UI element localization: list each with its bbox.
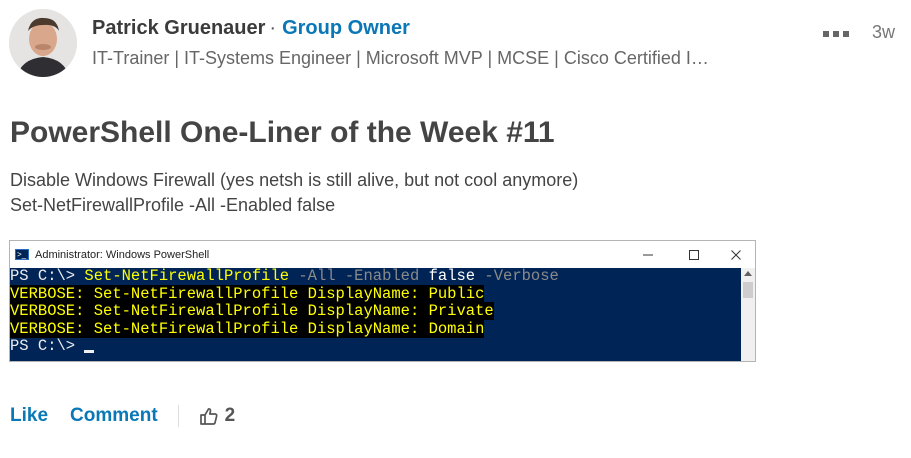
post-title: PowerShell One-Liner of the Week #11 <box>10 116 555 149</box>
console-output: PS C:\> Set-NetFirewallProfile -All -Ena… <box>10 267 741 361</box>
verbose-line: VERBOSE: Set-NetFirewallProfile DisplayN… <box>10 302 494 320</box>
parameters: -All -Enabled <box>289 267 429 285</box>
prompt: PS C:\> <box>10 267 85 285</box>
author-line: Patrick Gruenauer · Group Owner <box>92 17 410 40</box>
like-count[interactable]: 2 <box>199 405 236 427</box>
thumbs-up-icon <box>199 406 219 426</box>
comment-button[interactable]: Comment <box>70 405 158 427</box>
post-body-line-2: Set-NetFirewallProfile -All -Enabled fal… <box>10 195 336 215</box>
author-role-badge[interactable]: Group Owner <box>282 17 410 39</box>
maximize-icon <box>674 243 714 267</box>
window-titlebar: >_ Administrator: Windows PowerShell <box>10 241 755 268</box>
verbose-line: VERBOSE: Set-NetFirewallProfile DisplayN… <box>10 319 485 338</box>
author-headline: IT-Trainer | IT-Systems Engineer | Micro… <box>92 48 709 68</box>
scroll-thumb <box>743 282 753 298</box>
like-button[interactable]: Like <box>10 405 48 427</box>
like-count-value: 2 <box>224 405 236 426</box>
author-avatar[interactable] <box>9 9 77 77</box>
powershell-screenshot[interactable]: >_ Administrator: Windows PowerShell PS … <box>9 240 756 362</box>
post-time: 3w <box>872 22 896 42</box>
console-scrollbar <box>741 268 755 361</box>
command-line: PS C:\> Set-NetFirewallProfile -All -Ena… <box>10 267 741 286</box>
minimize-icon <box>628 243 668 267</box>
verbose-parameter: -Verbose <box>475 267 559 285</box>
window-title: Administrator: Windows PowerShell <box>35 249 210 261</box>
more-dots-icon[interactable] <box>823 31 849 37</box>
cmdlet: Set-NetFirewallProfile <box>84 267 290 285</box>
parameter-value: false <box>428 267 476 285</box>
divider <box>177 405 179 427</box>
close-icon <box>716 243 755 267</box>
powershell-icon: >_ <box>15 249 29 260</box>
post-actions: Like Comment 2 <box>10 405 235 427</box>
final-prompt-line: PS C:\> <box>10 337 741 356</box>
separator-dot: · <box>269 17 277 39</box>
verbose-line: VERBOSE: Set-NetFirewallProfile DisplayN… <box>10 284 485 303</box>
author-name[interactable]: Patrick Gruenauer <box>92 17 265 39</box>
cursor <box>84 350 95 353</box>
post-body-line-1: Disable Windows Firewall (yes netsh is s… <box>10 170 579 190</box>
scroll-up-icon <box>744 271 752 276</box>
